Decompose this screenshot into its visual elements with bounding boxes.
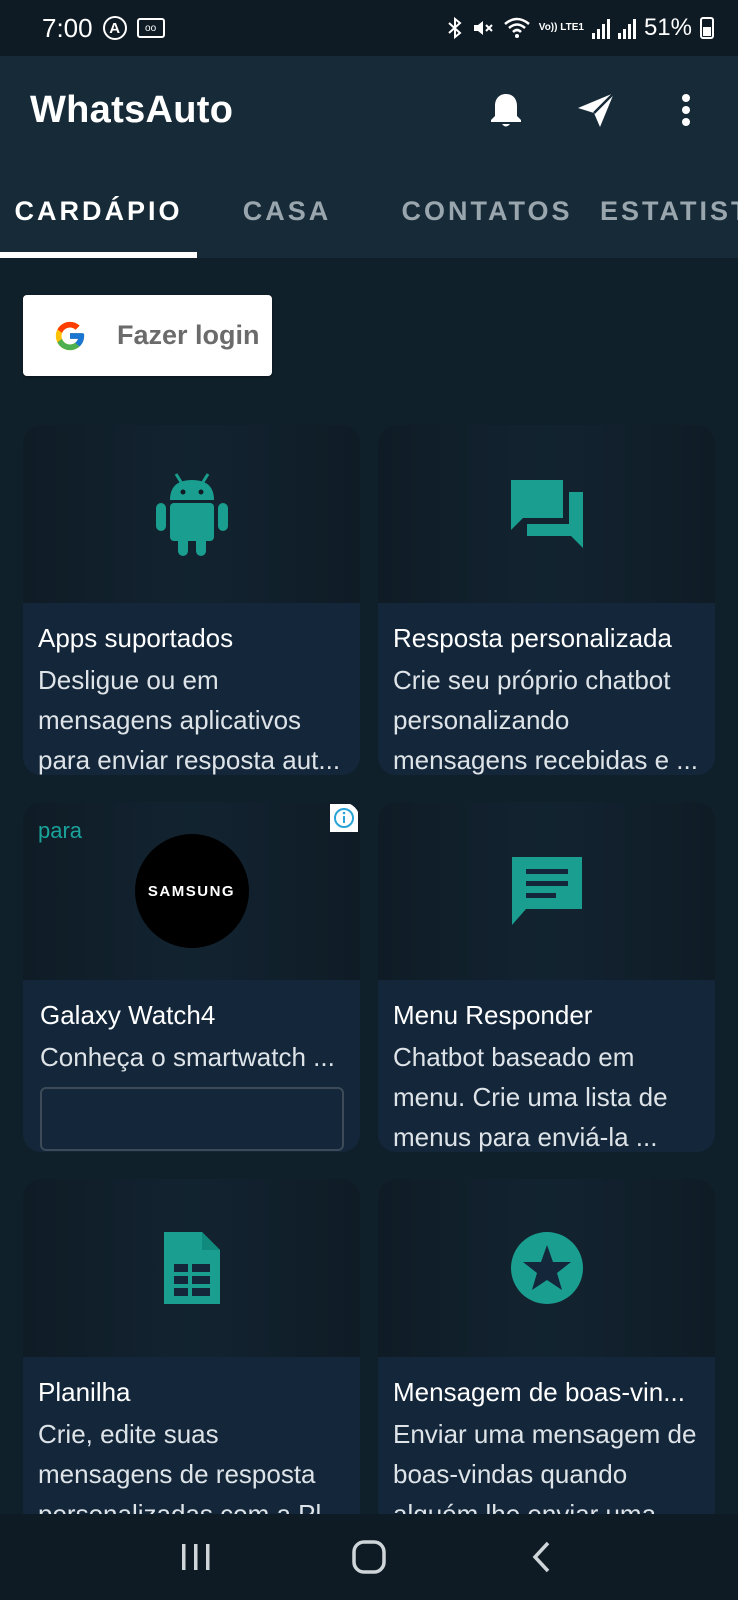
mute-icon bbox=[471, 16, 495, 40]
ad-media: para SAMSUNG bbox=[23, 802, 360, 980]
brand-name: SAMSUNG bbox=[147, 882, 236, 900]
app-actions bbox=[482, 86, 710, 134]
card-description: Crie seu próprio chatbot personalizando … bbox=[393, 665, 698, 775]
signal-icon bbox=[617, 17, 636, 39]
home-button[interactable] bbox=[339, 1527, 399, 1587]
card-planilha[interactable]: Planilha Crie, edite suas mensagens de r… bbox=[23, 1179, 360, 1514]
tab-casa[interactable]: CASA bbox=[197, 164, 377, 258]
card-apps-suportados[interactable]: Apps suportados Desligue ou em mensagens… bbox=[23, 425, 360, 775]
card-description: Crie, edite suas mensagens de resposta p… bbox=[38, 1419, 343, 1514]
card-mensagem-boas-vindas[interactable]: Mensagem de boas-vin... Enviar uma mensa… bbox=[378, 1179, 715, 1514]
card-description: Desligue ou em mensagens aplicativos par… bbox=[38, 665, 341, 775]
status-left: 7:00 A oo bbox=[42, 13, 165, 44]
system-nav-bar bbox=[0, 1514, 738, 1600]
card-media bbox=[23, 1179, 360, 1357]
tab-cardapio[interactable]: CARDÁPIO bbox=[0, 164, 197, 258]
card-body: Resposta personalizada Crie seu próprio … bbox=[378, 603, 715, 775]
card-media bbox=[23, 425, 360, 603]
battery-percent: 51% bbox=[643, 14, 692, 41]
card-media bbox=[378, 425, 715, 603]
card-title: Apps suportados bbox=[38, 623, 234, 653]
card-body: Apps suportados Desligue ou em mensagens… bbox=[23, 603, 360, 775]
ad-label: para bbox=[38, 818, 83, 843]
volte-icon: Vo)) LTE1 bbox=[538, 22, 584, 33]
recents-button[interactable] bbox=[166, 1527, 226, 1587]
card-body: Mensagem de boas-vin... Enviar uma mensa… bbox=[378, 1357, 715, 1514]
wifi-icon bbox=[503, 16, 531, 40]
card-resposta-personalizada[interactable]: Resposta personalizada Crie seu próprio … bbox=[378, 425, 715, 775]
card-title: Mensagem de boas-vin... bbox=[393, 1377, 685, 1407]
android-icon bbox=[155, 473, 228, 556]
info-icon bbox=[334, 808, 354, 828]
auto-a-icon: A bbox=[102, 16, 127, 40]
status-time: 7:00 bbox=[42, 12, 93, 43]
more-vert-icon bbox=[682, 94, 690, 126]
card-title: Galaxy Watch4 bbox=[40, 1000, 216, 1030]
samsung-logo: SAMSUNG bbox=[134, 834, 249, 948]
google-login-button[interactable]: Fazer login bbox=[23, 295, 272, 376]
card-title: Menu Responder bbox=[393, 1000, 593, 1030]
tab-contatos[interactable]: CONTATOS bbox=[377, 164, 597, 258]
ad-card-galaxy-watch4[interactable]: para SAMSUNG Galaxy Watch4 Conheça o sma… bbox=[23, 802, 360, 1152]
battery-icon bbox=[700, 17, 714, 39]
send-icon bbox=[578, 92, 615, 127]
card-menu-responder[interactable]: Menu Responder Chatbot baseado em menu. … bbox=[378, 802, 715, 1152]
back-icon bbox=[532, 1541, 549, 1573]
card-body: Galaxy Watch4 Conheça o smartwatch ... bbox=[23, 980, 360, 1151]
ad-choices-button[interactable] bbox=[330, 804, 358, 832]
back-button[interactable] bbox=[512, 1527, 572, 1587]
google-icon bbox=[55, 321, 85, 350]
status-bar: 7:00 A oo Vo)) LTE1 51% bbox=[0, 0, 738, 56]
status-right: Vo)) LTE1 51% bbox=[447, 14, 714, 42]
recents-icon bbox=[182, 1544, 210, 1570]
card-description: Conheça o smartwatch ... bbox=[40, 1042, 335, 1072]
home-icon bbox=[352, 1540, 386, 1574]
star-circle-icon bbox=[510, 1232, 583, 1304]
card-body: Menu Responder Chatbot baseado em menu. … bbox=[378, 980, 715, 1152]
forum-icon bbox=[510, 480, 583, 548]
main-content: Fazer login Apps suportados Desligue ou … bbox=[0, 258, 738, 1514]
message-icon bbox=[511, 857, 582, 925]
voicemail-icon: oo bbox=[136, 18, 165, 38]
spreadsheet-icon bbox=[163, 1232, 220, 1304]
bluetooth-icon bbox=[447, 16, 463, 40]
card-title: Planilha bbox=[38, 1377, 131, 1407]
card-description: Chatbot baseado em menu. Crie uma lista … bbox=[393, 1042, 668, 1152]
tab-bar: CARDÁPIO CASA CONTATOS ESTATIST bbox=[0, 164, 738, 258]
card-description: Enviar uma mensagem de boas-vindas quand… bbox=[393, 1419, 697, 1514]
card-media bbox=[378, 802, 715, 980]
card-title: Resposta personalizada bbox=[393, 623, 672, 653]
send-button[interactable] bbox=[572, 86, 620, 134]
ad-cta-button[interactable] bbox=[40, 1087, 344, 1151]
bell-icon bbox=[491, 94, 521, 127]
card-media bbox=[378, 1179, 715, 1357]
signal-icon bbox=[591, 17, 610, 39]
login-label: Fazer login bbox=[117, 320, 260, 350]
card-body: Planilha Crie, edite suas mensagens de r… bbox=[23, 1357, 360, 1514]
app-bar: WhatsAuto bbox=[0, 56, 738, 164]
notifications-button[interactable] bbox=[482, 86, 530, 134]
app-title: WhatsAuto bbox=[30, 88, 234, 131]
tab-estatisticas[interactable]: ESTATIST bbox=[600, 164, 738, 258]
more-options-button[interactable] bbox=[662, 86, 710, 134]
